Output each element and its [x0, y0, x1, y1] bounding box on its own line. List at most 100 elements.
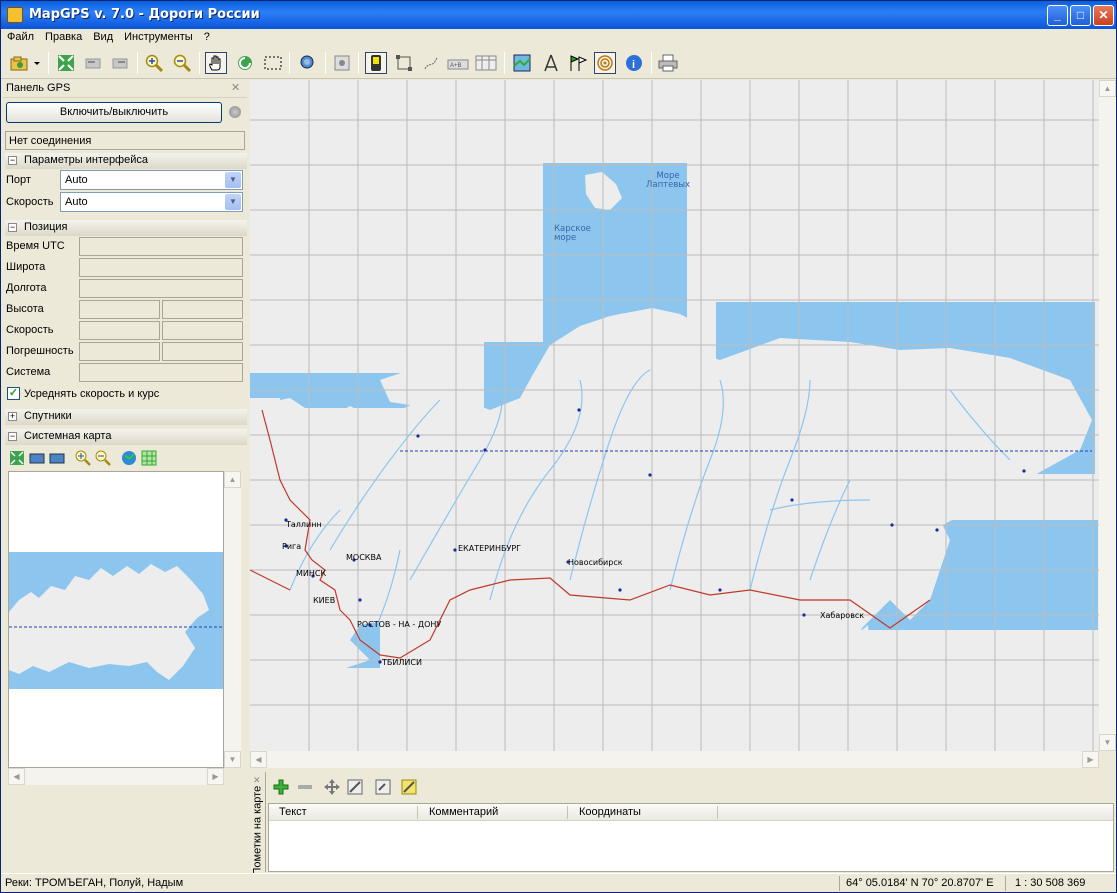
open-icon[interactable] — [9, 52, 43, 74]
section-position[interactable]: − Позиция — [5, 220, 247, 236]
longitude-label: Долгота — [6, 282, 47, 294]
overview-map[interactable] — [8, 471, 224, 768]
menu-view[interactable]: Вид — [87, 29, 118, 43]
select-area-icon[interactable] — [393, 52, 415, 74]
scroll-left-icon[interactable]: ◀ — [8, 768, 25, 785]
zoom-in-icon[interactable] — [75, 450, 93, 466]
flags-icon[interactable] — [567, 52, 589, 74]
altitude-label: Высота — [6, 303, 44, 315]
section-system-map[interactable]: − Системная карта — [5, 429, 247, 445]
highlight-icon[interactable] — [400, 778, 418, 799]
close-button[interactable]: ✕ — [1093, 5, 1114, 26]
print-icon[interactable] — [657, 52, 679, 74]
grid-icon[interactable] — [141, 450, 159, 466]
remove-icon[interactable] — [296, 778, 314, 799]
table-icon[interactable] — [475, 52, 497, 74]
overview-vertical-scrollbar[interactable]: ▲ ▼ — [224, 471, 241, 768]
city-kiev[interactable]: КИЕВ — [313, 596, 335, 605]
city-riga[interactable]: Рига — [282, 542, 301, 551]
scroll-left-icon[interactable]: ◀ — [250, 751, 267, 768]
zoom-out-icon[interactable] — [95, 450, 113, 466]
properties-icon[interactable] — [374, 778, 392, 799]
port-select[interactable]: Auto ▼ — [60, 170, 243, 190]
average-checkbox[interactable]: ✓ — [7, 387, 20, 400]
rotate-icon[interactable] — [234, 52, 256, 74]
scroll-right-icon[interactable]: ▶ — [207, 768, 224, 785]
speed-value: Auto — [65, 196, 88, 208]
compass-tool-icon[interactable] — [540, 52, 562, 74]
gps-signal-icon[interactable] — [594, 52, 616, 74]
status-scale: 1 : 30 508 369 — [1015, 877, 1086, 889]
city-ekaterinburg[interactable]: ЕКАТЕРИНБУРГ — [458, 544, 521, 553]
scroll-up-icon[interactable]: ▲ — [1099, 80, 1116, 97]
notes-table-header: Текст Комментарий Координаты — [269, 804, 1113, 821]
move-icon[interactable] — [323, 778, 341, 799]
panel-close-icon[interactable]: ✕ — [231, 81, 240, 94]
find-icon[interactable] — [297, 52, 319, 74]
notes-side-tab[interactable]: ✕ Пометки на карте — [250, 772, 266, 876]
course-field — [162, 321, 243, 340]
collapse-icon[interactable]: − — [8, 223, 17, 232]
scroll-up-icon[interactable]: ▲ — [224, 471, 241, 488]
zoom-out-icon[interactable] — [171, 52, 193, 74]
notes-table[interactable]: Текст Комментарий Координаты — [268, 803, 1114, 872]
section-interface[interactable]: − Параметры интерфейса — [5, 153, 247, 169]
overview-horizontal-scrollbar[interactable]: ◀ ▶ — [8, 768, 224, 785]
layers-icon[interactable] — [511, 52, 533, 74]
map-horizontal-scrollbar[interactable]: ◀ ▶ — [250, 751, 1099, 768]
title-bar[interactable]: MapGPS v. 7.0 - Дороги России _ □ ✕ — [1, 1, 1116, 29]
sea-kara-label: Карское море — [554, 224, 591, 243]
edit-icon[interactable] — [346, 778, 364, 799]
map-vertical-scrollbar[interactable]: ▲ ▼ — [1099, 80, 1116, 751]
center-gps-icon[interactable] — [331, 52, 353, 74]
menu-tools[interactable]: Инструменты — [118, 29, 198, 43]
add-icon[interactable] — [272, 778, 290, 799]
forward-icon[interactable] — [109, 52, 131, 74]
latitude-field — [79, 258, 243, 277]
menu-edit[interactable]: Правка — [39, 29, 87, 43]
column-comment[interactable]: Комментарий — [429, 806, 498, 818]
select-rect-icon[interactable] — [262, 52, 284, 74]
collapse-icon[interactable]: − — [8, 156, 17, 165]
chevron-down-icon[interactable]: ▼ — [225, 194, 241, 210]
chevron-down-icon[interactable]: ▼ — [225, 172, 241, 188]
expand-icon[interactable]: + — [8, 412, 17, 421]
speed-pos-label: Скорость — [6, 324, 54, 336]
hand-pan-icon[interactable] — [205, 52, 227, 74]
route-icon[interactable] — [420, 52, 442, 74]
gps-device-icon[interactable] — [365, 52, 387, 74]
city-minsk[interactable]: МИНСК — [296, 569, 326, 578]
utc-time-label: Время UTC — [6, 240, 65, 252]
collapse-icon[interactable]: − — [8, 432, 17, 441]
fit-map-icon[interactable] — [55, 52, 77, 74]
main-toolbar: A+B i — [1, 47, 1116, 79]
maximize-button[interactable]: □ — [1070, 5, 1091, 26]
scroll-down-icon[interactable]: ▼ — [224, 751, 241, 768]
info-icon[interactable]: i — [623, 52, 645, 74]
main-map[interactable]: Море Лаптевых Карское море Таллинн Рига МИ… — [250, 80, 1099, 751]
gps-toggle-button[interactable]: Включить/выключить — [6, 102, 222, 123]
city-novosibirsk[interactable]: Новосибирск — [568, 558, 623, 567]
menu-help[interactable]: ? — [198, 29, 215, 43]
forward-icon[interactable] — [49, 450, 67, 466]
column-text[interactable]: Текст — [279, 806, 307, 818]
scroll-down-icon[interactable]: ▼ — [1099, 734, 1116, 751]
city-rostov[interactable]: РОСТОВ - НА - ДОНУ — [357, 620, 441, 629]
back-icon[interactable] — [29, 450, 47, 466]
city-moscow[interactable]: МОСКВА — [346, 553, 381, 562]
minimize-button[interactable]: _ — [1047, 5, 1068, 26]
city-tbilisi[interactable]: ТБИЛИСИ — [382, 658, 422, 667]
back-icon[interactable] — [82, 52, 104, 74]
globe-icon[interactable] — [121, 450, 139, 466]
zoom-in-icon[interactable] — [143, 52, 165, 74]
city-khabarovsk[interactable]: Хабаровск — [820, 611, 864, 620]
column-coordinates[interactable]: Координаты — [579, 806, 641, 818]
window-title: MapGPS v. 7.0 - Дороги России — [29, 7, 260, 22]
fit-map-icon[interactable] — [9, 450, 27, 466]
city-tallinn[interactable]: Таллинн — [286, 520, 322, 529]
section-satellites[interactable]: + Спутники — [5, 409, 247, 425]
measure-icon[interactable]: A+B — [447, 52, 469, 74]
scroll-right-icon[interactable]: ▶ — [1082, 751, 1099, 768]
menu-file[interactable]: Файл — [1, 29, 39, 43]
speed-select[interactable]: Auto ▼ — [60, 192, 243, 212]
